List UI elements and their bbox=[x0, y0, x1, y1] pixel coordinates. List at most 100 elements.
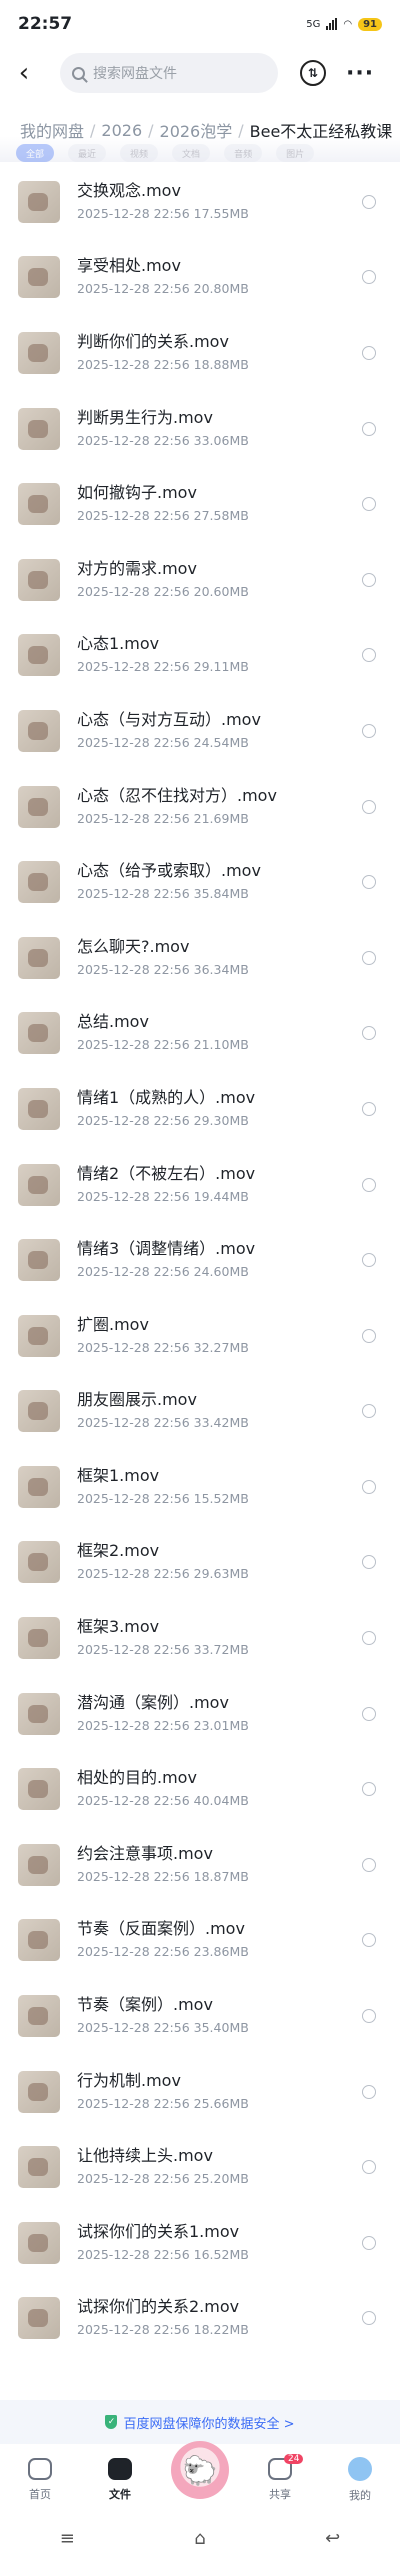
video-thumbnail bbox=[18, 1163, 60, 1206]
select-radio[interactable] bbox=[362, 1555, 376, 1570]
file-row[interactable]: 潜沟通（案例）.mov 2025-12-28 22:56 23.01MB bbox=[0, 1676, 400, 1752]
select-radio[interactable] bbox=[362, 194, 376, 209]
back-nav-icon[interactable]: ↩ bbox=[325, 2528, 340, 2549]
select-radio[interactable] bbox=[362, 2235, 376, 2250]
filter-chip[interactable]: 最近 bbox=[68, 144, 107, 162]
file-row[interactable]: 相处的目的.mov 2025-12-28 22:56 40.04MB bbox=[0, 1751, 400, 1827]
file-row[interactable]: 心态（给予或索取）.mov 2025-12-28 22:56 35.84MB bbox=[0, 844, 400, 920]
select-radio[interactable] bbox=[362, 497, 376, 512]
select-radio[interactable] bbox=[362, 799, 376, 814]
select-radio[interactable] bbox=[362, 2009, 376, 2024]
breadcrumb-item-year[interactable]: 2026 bbox=[101, 121, 142, 140]
select-radio[interactable] bbox=[362, 1706, 376, 1721]
select-radio[interactable] bbox=[362, 270, 376, 285]
select-radio[interactable] bbox=[362, 950, 376, 965]
video-thumbnail bbox=[18, 709, 60, 752]
file-row[interactable]: 节奏（反面案例）.mov 2025-12-28 22:56 23.86MB bbox=[0, 1903, 400, 1979]
file-meta: 2025-12-28 22:56 23.86MB bbox=[77, 1942, 249, 1962]
file-row[interactable]: 情绪3（调整情绪）.mov 2025-12-28 22:56 24.60MB bbox=[0, 1222, 400, 1298]
breadcrumb-separator-icon: / bbox=[148, 120, 154, 140]
search-icon bbox=[72, 66, 85, 80]
filter-chip[interactable]: 视频 bbox=[120, 144, 159, 162]
select-radio[interactable] bbox=[362, 1782, 376, 1797]
security-banner[interactable]: ✓ 百度网盘保障你的数据安全 > bbox=[0, 2400, 400, 2444]
more-options-icon[interactable]: ··· bbox=[346, 61, 374, 86]
select-radio[interactable] bbox=[362, 875, 376, 890]
tab-me[interactable]: 我的 bbox=[320, 2444, 400, 2516]
back-arrow-icon[interactable]: ‹ bbox=[12, 58, 36, 88]
file-row[interactable]: 朋友圈展示.mov 2025-12-28 22:56 33.42MB bbox=[0, 1374, 400, 1450]
select-radio[interactable] bbox=[362, 345, 376, 360]
file-date: 2025-12-28 bbox=[77, 508, 150, 524]
file-row[interactable]: 试探你们的关系2.mov 2025-12-28 22:56 18.22MB bbox=[0, 2281, 400, 2357]
select-radio[interactable] bbox=[362, 2160, 376, 2175]
file-row[interactable]: 怎么聊天?.mov 2025-12-28 22:56 36.34MB bbox=[0, 920, 400, 996]
select-radio[interactable] bbox=[362, 1631, 376, 1646]
file-list: 交换观念.mov 2025-12-28 22:56 17.55MB 享受相处.mov… bbox=[0, 164, 400, 2356]
file-row[interactable]: 扩圈.mov 2025-12-28 22:56 32.27MB bbox=[0, 1298, 400, 1374]
file-row[interactable]: 如何撤钩子.mov 2025-12-28 22:56 27.58MB bbox=[0, 466, 400, 542]
tab-files[interactable]: 文件 bbox=[80, 2444, 160, 2516]
select-radio[interactable] bbox=[362, 1479, 376, 1494]
file-row[interactable]: 情绪2（不被左右）.mov 2025-12-28 22:56 19.44MB bbox=[0, 1147, 400, 1223]
file-row[interactable]: 行为机制.mov 2025-12-28 22:56 25.66MB bbox=[0, 2054, 400, 2130]
select-radio[interactable] bbox=[362, 1101, 376, 1116]
file-name: 潜沟通（案例）.mov bbox=[77, 1692, 229, 1712]
breadcrumb-item-root[interactable]: 我的网盘 bbox=[20, 118, 84, 142]
select-radio[interactable] bbox=[362, 1253, 376, 1268]
file-row[interactable]: 情绪1（成熟的人）.mov 2025-12-28 22:56 29.30MB bbox=[0, 1071, 400, 1147]
video-thumbnail bbox=[18, 1692, 60, 1735]
select-radio[interactable] bbox=[362, 1933, 376, 1948]
tab-mascot[interactable]: 🐑 bbox=[160, 2441, 240, 2516]
file-row[interactable]: 总结.mov 2025-12-28 22:56 21.10MB bbox=[0, 996, 400, 1072]
file-row[interactable]: 框架1.mov 2025-12-28 22:56 15.52MB bbox=[0, 1449, 400, 1525]
file-name: 如何撤钩子.mov bbox=[77, 483, 197, 503]
select-radio[interactable] bbox=[362, 648, 376, 663]
file-row[interactable]: 框架3.mov 2025-12-28 22:56 33.72MB bbox=[0, 1600, 400, 1676]
file-size: 19.44MB bbox=[193, 1188, 249, 1204]
tab-home[interactable]: 首页 bbox=[0, 2444, 80, 2516]
select-radio[interactable] bbox=[362, 1404, 376, 1419]
file-row[interactable]: 心态（与对方互动）.mov 2025-12-28 22:56 24.54MB bbox=[0, 693, 400, 769]
file-row[interactable]: 让他持续上头.mov 2025-12-28 22:56 25.20MB bbox=[0, 2129, 400, 2205]
breadcrumb-separator-icon: / bbox=[90, 120, 96, 140]
file-row[interactable]: 判断男生行为.mov 2025-12-28 22:56 33.06MB bbox=[0, 391, 400, 467]
file-row[interactable]: 框架2.mov 2025-12-28 22:56 29.63MB bbox=[0, 1525, 400, 1601]
menu-icon[interactable]: ≡ bbox=[60, 2528, 75, 2549]
search-input[interactable]: 搜索网盘文件 bbox=[60, 53, 278, 93]
filter-chip[interactable]: 文档 bbox=[172, 144, 211, 162]
file-row[interactable]: 心态（忍不住找对方）.mov 2025-12-28 22:56 21.69MB bbox=[0, 769, 400, 845]
select-radio[interactable] bbox=[362, 2311, 376, 2326]
bottom-tab-bar: 首页 文件 🐑 24 共享 我的 bbox=[0, 2441, 400, 2516]
select-radio[interactable] bbox=[362, 1177, 376, 1192]
file-row[interactable]: 对方的需求.mov 2025-12-28 22:56 20.60MB bbox=[0, 542, 400, 618]
sort-transfer-icon[interactable]: ⇅ bbox=[300, 60, 326, 86]
file-date: 2025-12-28 bbox=[77, 1339, 150, 1355]
file-row[interactable]: 交换观念.mov 2025-12-28 22:56 17.55MB bbox=[0, 164, 400, 240]
select-radio[interactable] bbox=[362, 421, 376, 436]
select-radio[interactable] bbox=[362, 723, 376, 738]
select-radio[interactable] bbox=[362, 2084, 376, 2099]
filter-chip[interactable]: 全部 bbox=[16, 144, 55, 162]
select-radio[interactable] bbox=[362, 1026, 376, 1041]
tab-share[interactable]: 24 共享 bbox=[240, 2444, 320, 2516]
filter-chip[interactable]: 图片 bbox=[276, 144, 315, 162]
search-placeholder: 搜索网盘文件 bbox=[93, 66, 177, 82]
file-time: 22:56 bbox=[153, 1339, 190, 1355]
file-row[interactable]: 享受相处.mov 2025-12-28 22:56 20.80MB bbox=[0, 240, 400, 316]
file-row[interactable]: 约会注意事项.mov 2025-12-28 22:56 18.87MB bbox=[0, 1827, 400, 1903]
file-meta: 2025-12-28 22:56 27.58MB bbox=[77, 506, 249, 526]
file-time: 22:56 bbox=[153, 1188, 190, 1204]
home-nav-icon[interactable]: ⌂ bbox=[194, 2528, 205, 2549]
select-radio[interactable] bbox=[362, 572, 376, 587]
file-row[interactable]: 判断你们的关系.mov 2025-12-28 22:56 18.88MB bbox=[0, 315, 400, 391]
filter-chip[interactable]: 音频 bbox=[224, 144, 263, 162]
system-nav-bar: ≡ ⌂ ↩ bbox=[0, 2516, 400, 2560]
file-row[interactable]: 心态1.mov 2025-12-28 22:56 29.11MB bbox=[0, 618, 400, 694]
file-row[interactable]: 试探你们的关系1.mov 2025-12-28 22:56 16.52MB bbox=[0, 2205, 400, 2281]
select-radio[interactable] bbox=[362, 1328, 376, 1343]
breadcrumb-item-course[interactable]: 2026泡学 bbox=[160, 118, 233, 142]
security-banner-text: 百度网盘保障你的数据安全 > bbox=[123, 2416, 295, 2432]
file-row[interactable]: 节奏（案例）.mov 2025-12-28 22:56 35.40MB bbox=[0, 1978, 400, 2054]
select-radio[interactable] bbox=[362, 1857, 376, 1872]
